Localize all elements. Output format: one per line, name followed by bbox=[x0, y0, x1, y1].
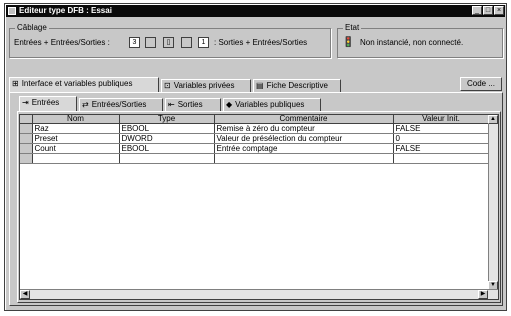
outputs-bracket-icon bbox=[181, 37, 192, 48]
dfb-block-icon: ▯ bbox=[163, 37, 174, 48]
cell-nom[interactable]: Raz bbox=[32, 123, 120, 134]
horizontal-scrollbar[interactable]: ◀ ▶ bbox=[20, 289, 498, 299]
tab-description-label: Fiche Descriptive bbox=[266, 81, 328, 91]
cell-valeur-init[interactable]: FALSE bbox=[393, 143, 490, 154]
window-title: Editeur type DFB : Essai bbox=[19, 6, 112, 15]
column-header-type[interactable]: Type bbox=[119, 115, 215, 124]
scroll-left-icon[interactable]: ◀ bbox=[20, 290, 30, 299]
row-selector[interactable] bbox=[20, 143, 33, 154]
subtab-outputs[interactable]: ⇤ Sorties bbox=[165, 98, 221, 112]
cell-empty[interactable] bbox=[214, 153, 394, 164]
inputs-bracket-icon bbox=[145, 37, 156, 48]
subtab-in-out[interactable]: ⇄ Entrées/Sorties bbox=[79, 98, 163, 112]
column-header-nom[interactable]: Nom bbox=[32, 115, 120, 124]
public-vars-icon: ◆ bbox=[226, 100, 233, 109]
minimize-button[interactable]: _ bbox=[472, 6, 482, 15]
cell-type[interactable]: DWORD bbox=[119, 133, 215, 144]
row-selector[interactable] bbox=[20, 123, 33, 134]
column-header-valeur-init[interactable]: Valeur Init. bbox=[393, 115, 490, 124]
table-row[interactable]: Count EBOOL Entrée comptage FALSE bbox=[20, 143, 490, 154]
inputs-icon: ⇥ bbox=[22, 98, 29, 107]
cell-commentaire[interactable]: Entrée comptage bbox=[214, 143, 394, 154]
cell-empty[interactable] bbox=[32, 153, 120, 164]
subtab-outputs-label: Sorties bbox=[177, 100, 203, 110]
cablage-group-label: Câblage bbox=[15, 23, 49, 33]
variables-table: Nom Type Commentaire Valeur Init. Raz EB… bbox=[20, 115, 490, 164]
inputs-count-box: 3 bbox=[129, 37, 140, 48]
interface-icon: ⊞ bbox=[12, 79, 19, 88]
table-row-empty[interactable] bbox=[20, 153, 490, 164]
variables-grid: Nom Type Commentaire Valeur Init. Raz EB… bbox=[19, 114, 499, 300]
outputs-count-box: 1 bbox=[198, 37, 209, 48]
app-icon bbox=[8, 7, 16, 15]
cell-valeur-init[interactable]: 0 bbox=[393, 133, 490, 144]
cell-type[interactable]: EBOOL bbox=[119, 123, 215, 134]
private-vars-icon: ⊡ bbox=[164, 81, 171, 90]
vertical-scrollbar[interactable]: ▲ ▼ bbox=[488, 115, 498, 299]
etat-group-label: Etat bbox=[343, 23, 362, 33]
column-header-commentaire[interactable]: Commentaire bbox=[214, 115, 394, 124]
etat-status-text: Non instancié, non connecté. bbox=[360, 38, 464, 47]
row-selector[interactable] bbox=[20, 133, 33, 144]
description-icon: ▤ bbox=[256, 81, 264, 90]
subtab-public-vars[interactable]: ◆ Variables publiques bbox=[223, 98, 321, 112]
scroll-up-icon[interactable]: ▲ bbox=[488, 115, 498, 124]
cell-commentaire[interactable]: Remise à zéro du compteur bbox=[214, 123, 394, 134]
in-out-icon: ⇄ bbox=[82, 100, 89, 109]
tab-private-vars[interactable]: ⊡ Variables privées bbox=[161, 79, 251, 93]
tab-description[interactable]: ▤ Fiche Descriptive bbox=[253, 79, 341, 93]
maximize-button[interactable]: □ bbox=[483, 6, 493, 15]
cell-nom[interactable]: Count bbox=[32, 143, 120, 154]
table-row[interactable]: Raz EBOOL Remise à zéro du compteur FALS… bbox=[20, 123, 490, 134]
title-bar[interactable]: Editeur type DFB : Essai _ □ × bbox=[6, 5, 505, 17]
etat-group: Etat 🚦 Non instancié, non connecté. bbox=[337, 23, 503, 58]
tab-interface[interactable]: ⊞ Interface et variables publiques bbox=[9, 77, 159, 93]
cell-valeur-init[interactable]: FALSE bbox=[393, 123, 490, 134]
subtab-inputs[interactable]: ⇥ Entrées bbox=[19, 96, 77, 112]
subtab-inputs-label: Entrées bbox=[31, 98, 60, 108]
dfb-editor-window: Editeur type DFB : Essai _ □ × Câblage E… bbox=[4, 3, 507, 311]
subtab-public-vars-label: Variables publiques bbox=[235, 100, 305, 110]
tab-private-vars-label: Variables privées bbox=[173, 81, 235, 91]
scroll-right-icon[interactable]: ▶ bbox=[478, 290, 488, 299]
tab-interface-label: Interface et variables publiques bbox=[21, 79, 133, 89]
cell-commentaire[interactable]: Valeur de présélection du compteur bbox=[214, 133, 394, 144]
table-row[interactable]: Preset DWORD Valeur de présélection du c… bbox=[20, 133, 490, 144]
outputs-icon: ⇤ bbox=[168, 100, 175, 109]
cablage-outputs-label: : Sorties + Entrées/Sorties bbox=[214, 38, 308, 47]
subtab-in-out-label: Entrées/Sorties bbox=[91, 100, 147, 110]
cell-nom[interactable]: Preset bbox=[32, 133, 120, 144]
row-header-corner bbox=[20, 115, 33, 124]
code-button[interactable]: Code ... bbox=[460, 77, 502, 91]
cell-type[interactable]: EBOOL bbox=[119, 143, 215, 154]
cablage-group: Câblage Entrées + Entrées/Sorties : 3 ▯ … bbox=[9, 23, 331, 58]
traffic-light-icon: 🚦 bbox=[342, 37, 355, 48]
close-button[interactable]: × bbox=[494, 6, 504, 15]
cell-empty[interactable] bbox=[393, 153, 490, 164]
cell-empty[interactable] bbox=[119, 153, 215, 164]
row-selector[interactable] bbox=[20, 153, 33, 164]
cablage-inputs-label: Entrées + Entrées/Sorties : bbox=[14, 38, 110, 47]
